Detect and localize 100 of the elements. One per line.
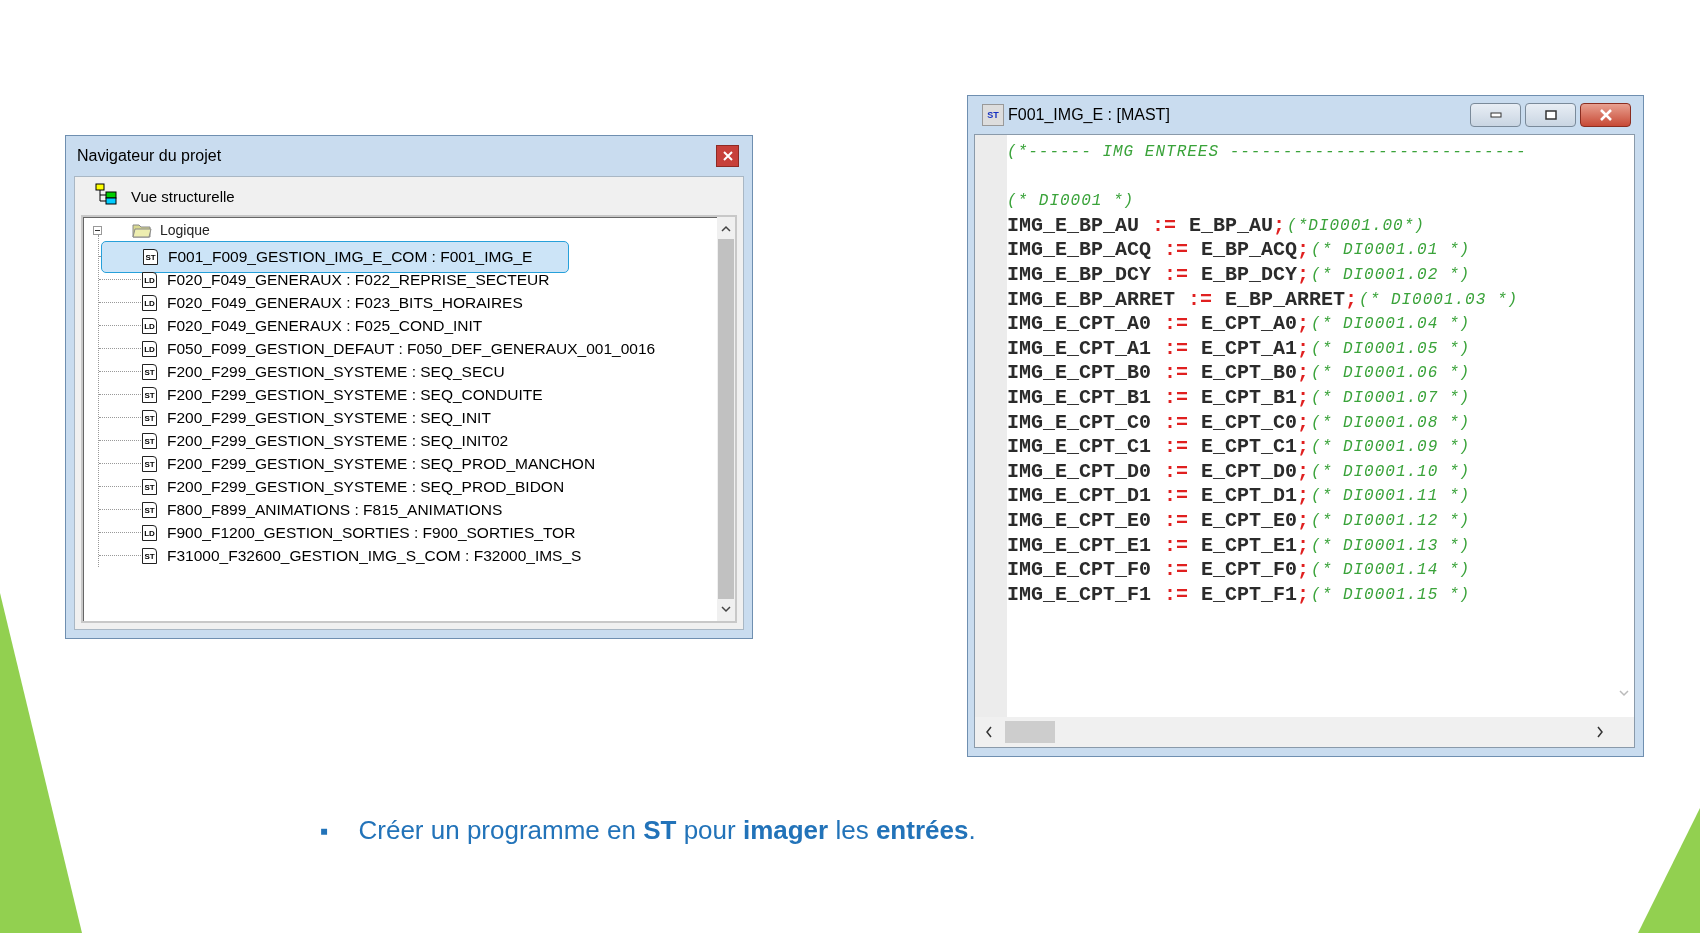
tree-item[interactable]: Logique (160, 222, 210, 238)
window-title: Navigateur du projet (76, 147, 223, 165)
code-variable: E_BP_ARRET (1225, 287, 1346, 313)
semicolon: ; (1297, 533, 1310, 559)
assign-operator: := (1164, 558, 1189, 583)
code-comment: (* DI0001.12 *) (1311, 510, 1471, 532)
code-variable: E_CPT_E1 (1201, 533, 1298, 559)
code-comment: (*------ IMG ENTREES ---------------------------- (1007, 142, 1527, 163)
assign-operator: := (1164, 435, 1189, 460)
semicolon: ; (1297, 336, 1310, 362)
code-comment: (* DI0001.09 *) (1311, 437, 1471, 459)
assign-operator: := (1164, 508, 1189, 534)
code-variable: E_CPT_C1 (1201, 435, 1298, 460)
code-variable: E_BP_ACQ (1201, 238, 1298, 263)
maximize-button[interactable] (1525, 103, 1576, 127)
document-icon: LD (142, 294, 157, 311)
scroll-up-icon[interactable] (721, 225, 731, 233)
tree-item[interactable]: LD F050_F099_GESTION_DEFAUT : F050_DEF_GENERAUX_001_0016 (101, 336, 693, 361)
code-variable: IMG_E_CPT_F1 (1007, 582, 1152, 608)
close-button[interactable] (1580, 103, 1631, 127)
code-comment: (* DI0001.07 *) (1311, 387, 1471, 409)
code-variable: E_BP_DCY (1201, 262, 1298, 288)
tree-item[interactable]: ST F200_F299_GESTION_SYSTEME : SEQ_INIT02 (101, 428, 546, 453)
code-variable: IMG_E_CPT_E0 (1007, 508, 1152, 534)
code-variable: E_CPT_B0 (1201, 361, 1298, 386)
semicolon: ; (1297, 312, 1310, 337)
code-comment: (* DI0001.01 *) (1311, 240, 1471, 262)
close-icon (722, 151, 733, 161)
assign-operator: := (1164, 533, 1189, 559)
semicolon: ; (1297, 385, 1310, 411)
code-comment: (*DI0001.00*) (1287, 215, 1425, 237)
tree-item[interactable]: LD F020_F049_GENERAUX : F025_COND_INIT (101, 313, 520, 338)
code-variable: E_CPT_D1 (1201, 484, 1298, 509)
assign-operator: := (1164, 459, 1189, 485)
tree-item[interactable]: ST F200_F299_GESTION_SYSTEME : SEQ_INIT (101, 405, 528, 430)
code-variable: IMG_E_CPT_A0 (1007, 312, 1152, 337)
tree-item[interactable]: ST F800_F899_ANIMATIONS : F815_ANIMATIONS (101, 497, 540, 522)
assign-operator: := (1164, 582, 1189, 608)
document-icon: ST (142, 386, 157, 403)
bullet-icon: ▪ (320, 816, 329, 845)
assign-operator: := (1164, 238, 1189, 263)
code-comment: (* DI0001.05 *) (1311, 338, 1471, 360)
minimize-button[interactable] (1470, 103, 1521, 127)
code-variable: IMG_E_CPT_B0 (1007, 361, 1152, 386)
document-icon: ST (142, 455, 157, 472)
semicolon: ; (1297, 435, 1310, 460)
scroll-left-icon[interactable] (985, 726, 993, 738)
code-variable: IMG_E_CPT_D0 (1007, 459, 1152, 485)
folder-icon (132, 222, 152, 238)
tree-item[interactable]: ST F200_F299_GESTION_SYSTEME : SEQ_PROD_MANCHON (101, 451, 633, 476)
scroll-right-icon[interactable] (1596, 726, 1604, 738)
code-variable: IMG_E_CPT_A1 (1007, 336, 1152, 362)
semicolon: ; (1297, 484, 1310, 509)
scroll-down-icon[interactable] (721, 605, 731, 613)
code-comment: (* DI0001.06 *) (1311, 363, 1471, 385)
code-comment: (* DI0001.10 *) (1311, 461, 1471, 483)
assign-operator: := (1164, 312, 1189, 337)
scroll-thumb[interactable] (718, 239, 734, 599)
maximize-icon (1544, 110, 1557, 120)
caption-text: Créer un programme en ST pour imager les entrées. (358, 815, 976, 846)
code-variable: IMG_E_BP_DCY (1007, 262, 1152, 288)
assign-operator: := (1164, 361, 1189, 386)
code-variable: IMG_E_CPT_F0 (1007, 558, 1152, 583)
code-comment: (* DI0001.15 *) (1311, 584, 1471, 606)
code-comment: (* DI0001.11 *) (1311, 486, 1471, 508)
close-button[interactable] (716, 145, 739, 167)
code-variable: IMG_E_BP_AU (1007, 213, 1140, 239)
code-variable: E_CPT_F0 (1201, 558, 1298, 583)
minimize-icon (1489, 112, 1502, 118)
tree-item[interactable]: ST F200_F299_GESTION_SYSTEME : SEQ_SECU (101, 359, 542, 384)
code-variable: E_CPT_D0 (1201, 459, 1298, 485)
view-label: Vue structurelle (131, 187, 235, 205)
document-icon: LD (142, 524, 157, 541)
code-comment: (* DI0001.02 *) (1311, 264, 1471, 286)
assign-operator: := (1164, 484, 1189, 509)
tree-item[interactable]: ST F200_F299_GESTION_SYSTEME : SEQ_PROD_BIDON (101, 474, 602, 499)
tree-item[interactable]: ST F001_F009_GESTION_IMG_E_COM : F001_IMG_E (101, 240, 570, 273)
document-icon: ST (142, 478, 157, 495)
semicolon: ; (1297, 508, 1310, 534)
code-variable: IMG_E_CPT_C0 (1007, 410, 1152, 436)
code-comment: (* DI0001.08 *) (1311, 412, 1471, 434)
code-comment: (* DI0001.04 *) (1311, 314, 1471, 336)
scroll-thumb[interactable] (1005, 721, 1055, 743)
collapse-toggle[interactable] (93, 225, 102, 235)
assign-operator: := (1188, 287, 1213, 313)
document-icon: LD (142, 340, 157, 357)
tree-item[interactable]: LD F020_F049_GENERAUX : F023_BITS_HORAIRES (101, 290, 560, 315)
assign-operator: := (1152, 213, 1177, 239)
semicolon: ; (1273, 213, 1286, 239)
semicolon: ; (1297, 262, 1310, 288)
code-variable: IMG_E_CPT_C1 (1007, 435, 1152, 460)
semicolon: ; (1297, 582, 1310, 608)
tree-item[interactable]: ST F200_F299_GESTION_SYSTEME : SEQ_CONDUITE (101, 382, 580, 407)
document-icon: ST (142, 363, 157, 380)
tree-item[interactable]: LD F900_F1200_GESTION_SORTIES : F900_SORTIES_TOR (101, 520, 613, 545)
code-variable: IMG_E_CPT_E1 (1007, 533, 1152, 559)
code-variable: E_CPT_E0 (1201, 508, 1298, 534)
tree-item[interactable]: ST F31000_F32600_GESTION_IMG_S_COM : F32000_IMS_S (101, 543, 619, 568)
semicolon: ; (1297, 361, 1310, 386)
document-icon: ST (142, 547, 157, 564)
